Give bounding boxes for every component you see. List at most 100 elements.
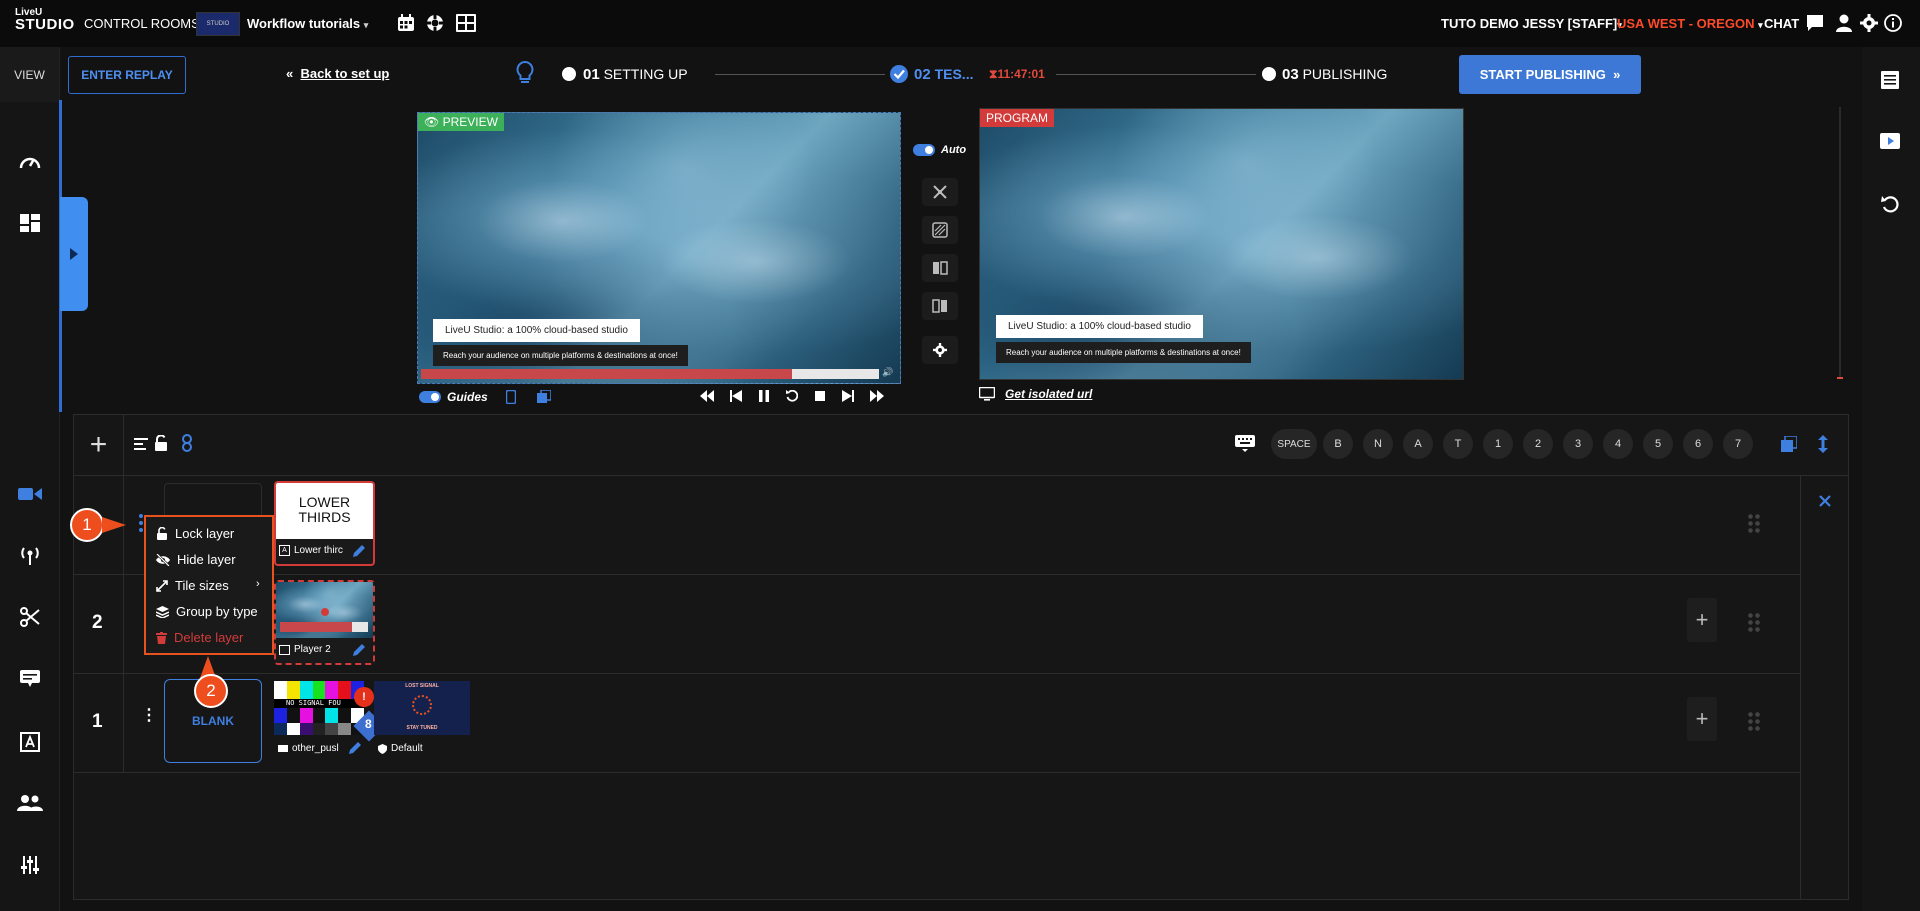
add-tile-button[interactable]: + (1687, 697, 1717, 741)
key-n[interactable]: N (1363, 429, 1393, 459)
add-tile-button[interactable]: + (1687, 598, 1717, 642)
mixer-sliders-icon[interactable] (21, 856, 39, 874)
menu-item-delete-layer[interactable]: Delete layer (156, 630, 243, 645)
account-menu[interactable]: TUTO DEMO JESSY [STAFF]▾ (1441, 16, 1622, 31)
lost-signal-tile[interactable]: LOST SIGNAL STAY TUNED (374, 681, 470, 735)
gear-icon[interactable] (1860, 14, 1878, 32)
auto-transition-toggle[interactable]: Auto (913, 144, 966, 156)
layout-grid-icon[interactable] (456, 14, 476, 32)
key-6[interactable]: 6 (1683, 429, 1713, 459)
stop-icon[interactable] (814, 390, 826, 402)
calendar-icon[interactable] (397, 14, 415, 32)
close-icon[interactable] (1819, 495, 1831, 507)
previous-icon[interactable] (730, 390, 742, 402)
menu-item-group-by-type[interactable]: Group by type (156, 604, 258, 619)
keyboard-shortcuts-icon[interactable] (1235, 435, 1255, 453)
slide-transition-button[interactable] (922, 292, 958, 320)
transition-settings-button[interactable] (922, 336, 958, 364)
link-icon[interactable] (182, 434, 192, 452)
drawer-toggle[interactable] (60, 197, 88, 311)
next-icon[interactable] (842, 390, 854, 402)
other-push-tile[interactable]: NO SIGNAL FOU (274, 681, 364, 735)
cut-transition-button[interactable] (922, 178, 958, 206)
other-push-tile-label: other_pusl (278, 743, 339, 754)
key-a[interactable]: A (1403, 429, 1433, 459)
player-2-tile[interactable]: Player 2 (274, 580, 375, 665)
key-5[interactable]: 5 (1643, 429, 1673, 459)
pencil-edit-icon[interactable] (352, 643, 366, 657)
preview-progress-track[interactable] (421, 369, 879, 379)
drag-handle-icon[interactable] (1747, 711, 1761, 733)
key-t[interactable]: T (1443, 429, 1473, 459)
add-layer-button[interactable]: + (74, 415, 124, 475)
scissors-icon[interactable] (20, 607, 40, 627)
mobile-icon[interactable] (506, 390, 516, 404)
chat-label[interactable]: CHAT (1764, 16, 1799, 31)
guides-switch[interactable] (419, 391, 441, 403)
replay-icon[interactable] (786, 390, 798, 402)
rundown-list-icon[interactable] (1881, 71, 1899, 89)
layers-stack-icon[interactable] (1781, 436, 1797, 452)
key-4[interactable]: 4 (1603, 429, 1633, 459)
lightbulb-icon[interactable] (516, 61, 534, 85)
key-3[interactable]: 3 (1563, 429, 1593, 459)
pause-icon[interactable] (758, 390, 770, 402)
camera-icon[interactable] (18, 486, 42, 502)
user-icon[interactable] (1836, 14, 1852, 32)
broadcast-icon[interactable] (19, 545, 41, 565)
back-to-setup-link[interactable]: « Back to set up (286, 66, 389, 81)
guests-icon[interactable] (17, 794, 43, 812)
menu-item-hide-layer[interactable]: Hide layer (156, 552, 236, 567)
layout-icon[interactable] (20, 214, 40, 232)
isolated-url-link[interactable]: Get isolated url (979, 387, 1092, 401)
guides-toggle[interactable]: Guides (419, 390, 488, 404)
default-tile-label: Default (378, 743, 423, 754)
dashboard-gauge-icon[interactable] (19, 152, 41, 170)
text-graphic-icon[interactable] (20, 732, 40, 752)
drag-handle-icon[interactable] (1747, 612, 1761, 634)
preview-monitor[interactable]: 👁 PREVIEW LiveU Studio: a 100% cloud-bas… (417, 112, 901, 384)
program-monitor[interactable]: PROGRAM LiveU Studio: a 100% cloud-based… (979, 108, 1464, 380)
drag-handle-icon[interactable] (1747, 513, 1761, 535)
menu-item-tile-sizes[interactable]: Tile sizes › (156, 578, 260, 593)
step-1[interactable]: 01 SETTING UP (583, 66, 688, 83)
control-rooms-link[interactable]: CONTROL ROOMS (84, 16, 200, 31)
room-selector[interactable]: Workflow tutorials ▾ (247, 16, 368, 31)
volume-icon[interactable]: 🔊 (882, 367, 893, 378)
layer-options-icon[interactable]: ⋮ (141, 708, 157, 724)
layer-options-icon[interactable] (139, 514, 143, 532)
key-space[interactable]: SPACE (1271, 429, 1317, 459)
help-lifebuoy-icon[interactable] (426, 14, 444, 32)
start-publishing-button[interactable]: START PUBLISHING » (1459, 55, 1641, 94)
key-2[interactable]: 2 (1523, 429, 1553, 459)
wipe-transition-button[interactable] (922, 254, 958, 282)
info-icon[interactable] (1884, 14, 1902, 32)
history-undo-icon[interactable] (1881, 195, 1899, 213)
vertical-resize-icon[interactable] (1818, 435, 1828, 453)
align-left-icon[interactable] (134, 437, 148, 451)
region-selector[interactable]: USA WEST - OREGON ▾ (1617, 16, 1763, 31)
multiview-icon[interactable] (537, 390, 551, 404)
menu-item-lock-layer[interactable]: Lock layer (156, 526, 234, 541)
step-2[interactable]: 02 TES... (914, 66, 973, 83)
auto-switch[interactable] (913, 144, 935, 156)
pencil-edit-icon[interactable] (352, 544, 366, 558)
view-tab[interactable]: VIEW (0, 47, 59, 102)
chat-bubble-icon[interactable] (1806, 14, 1824, 32)
enter-replay-button[interactable]: ENTER REPLAY (68, 56, 186, 94)
pencil-edit-icon[interactable] (348, 741, 362, 755)
key-1[interactable]: 1 (1483, 429, 1513, 459)
unlock-icon (157, 527, 167, 540)
step-3[interactable]: 03 PUBLISHING (1282, 66, 1387, 83)
liveu-logo[interactable]: LiveU STUDIO (15, 8, 75, 33)
key-b[interactable]: B (1323, 429, 1353, 459)
dissolve-transition-button[interactable] (922, 216, 958, 244)
key-7[interactable]: 7 (1723, 429, 1753, 459)
media-player-icon[interactable] (1880, 133, 1900, 151)
skip-start-icon[interactable] (700, 390, 714, 402)
lower-thirds-tile[interactable]: LOWER THIRDS A Lower thirc (274, 481, 375, 566)
step-3-indicator (1262, 67, 1276, 81)
skip-end-icon[interactable] (870, 390, 884, 402)
caption-icon[interactable] (20, 670, 40, 688)
unlock-icon[interactable] (154, 435, 168, 451)
